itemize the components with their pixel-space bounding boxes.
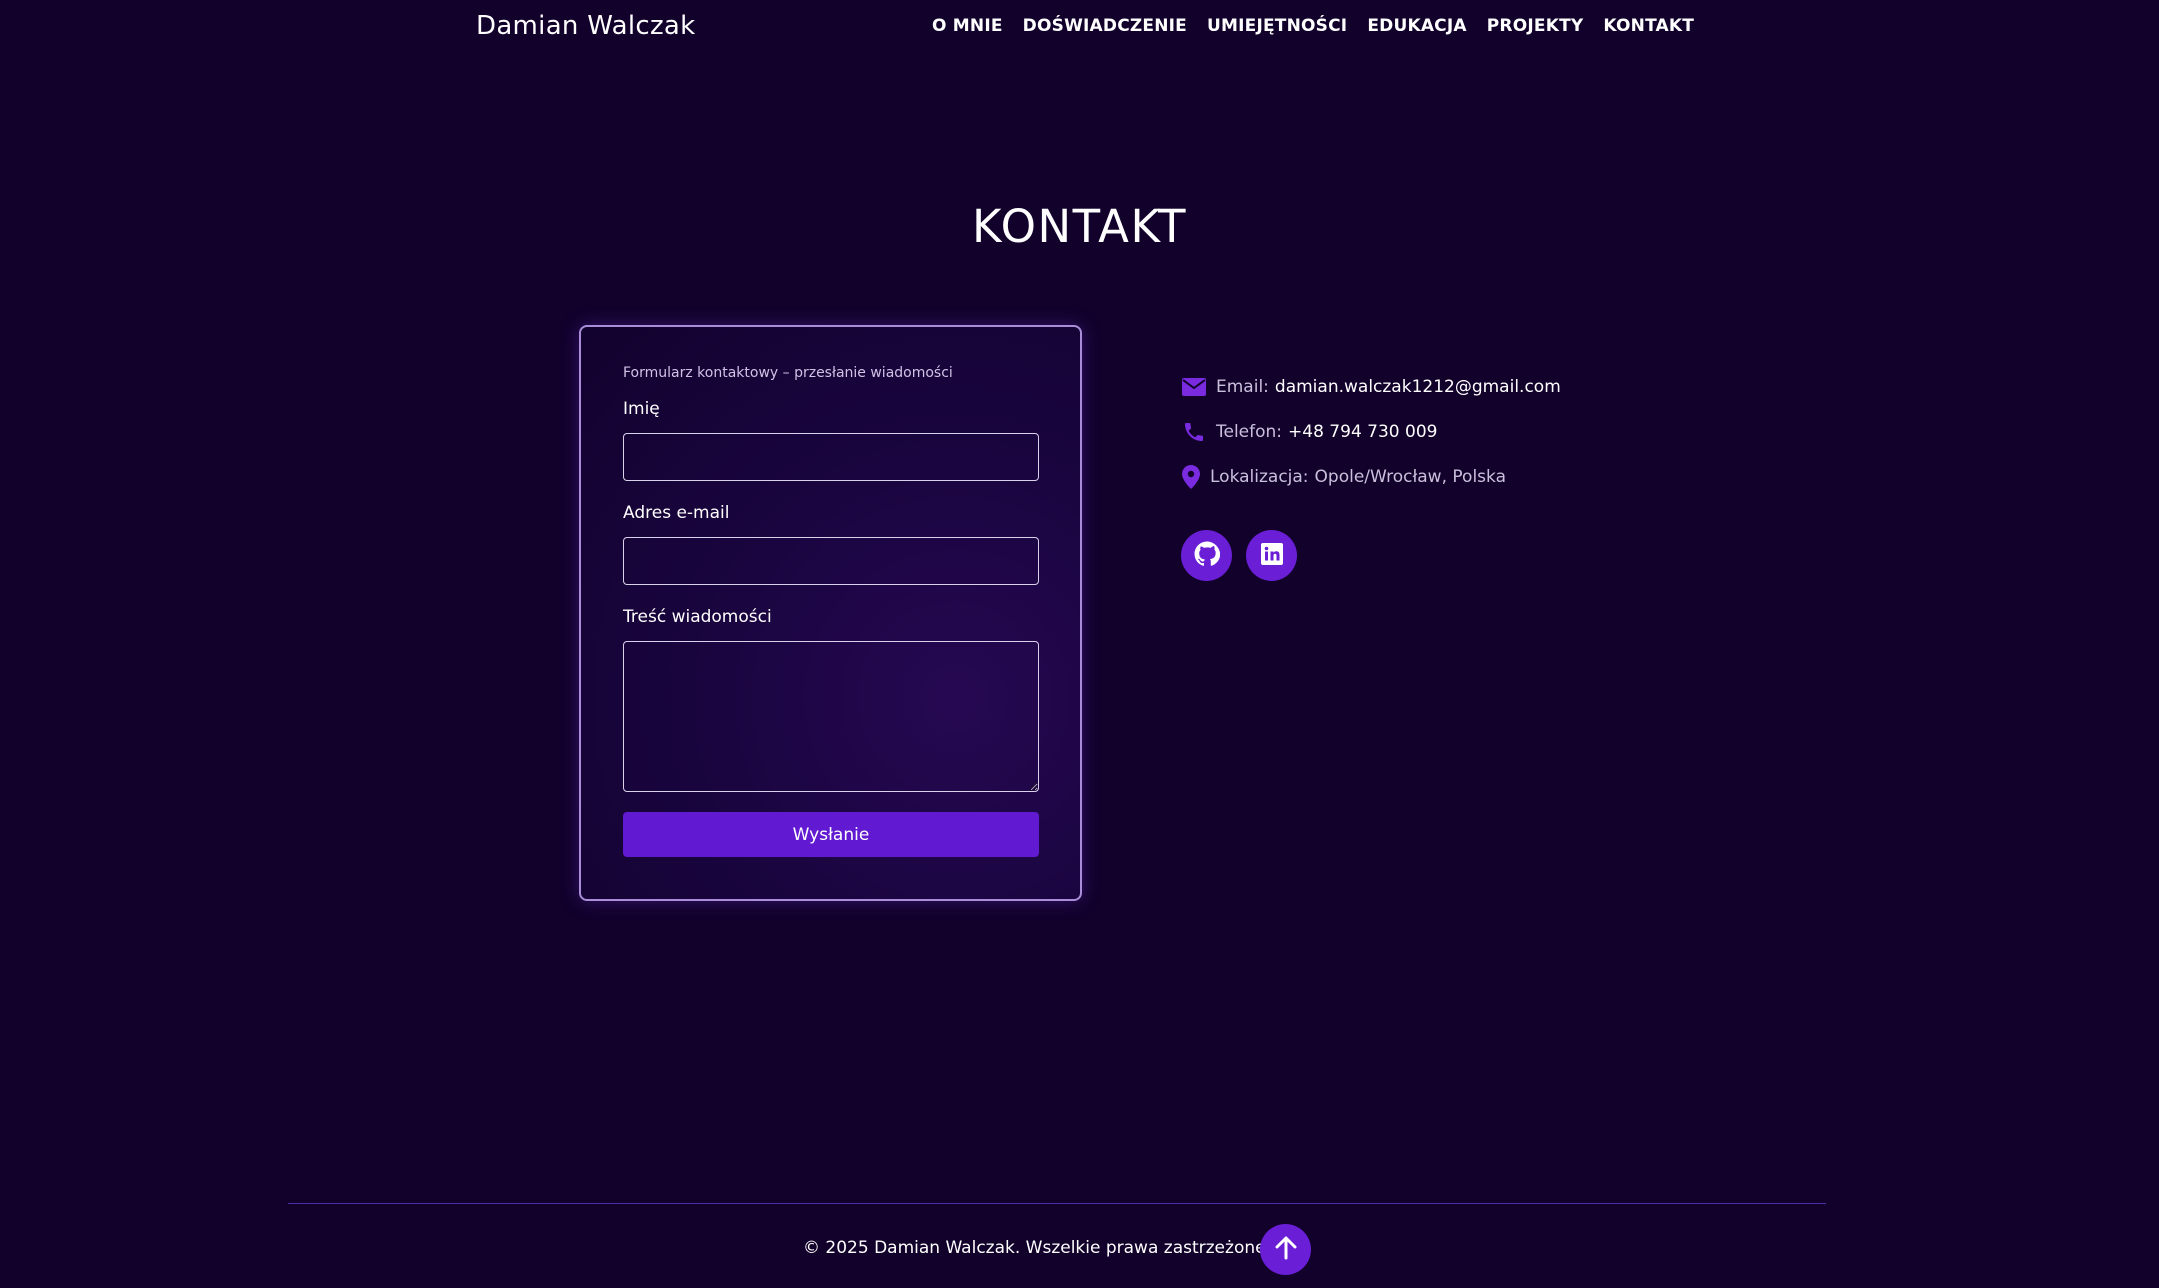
email-link[interactable]: damian.walczak1212@gmail.com <box>1275 377 1561 397</box>
github-icon <box>1194 541 1220 571</box>
contact-form: Formularz kontaktowy – przesłanie wiadom… <box>579 325 1082 901</box>
section-title: KONTAKT <box>972 200 1187 253</box>
linkedin-icon <box>1260 542 1284 570</box>
nav-projects[interactable]: PROJEKTY <box>1487 16 1584 36</box>
social-links <box>1181 530 1297 581</box>
linkedin-button[interactable] <box>1246 530 1297 581</box>
arrow-up-icon <box>1275 1236 1297 1264</box>
brand-name[interactable]: Damian Walczak <box>476 11 696 41</box>
nav-contact[interactable]: KONTAKT <box>1603 16 1694 36</box>
phone-row: Telefon: +48 794 730 009 <box>1182 417 1561 447</box>
email-label: Adres e-mail <box>623 503 730 523</box>
nav-skills[interactable]: UMIEJĘTNOŚCI <box>1207 16 1347 36</box>
location-pin-icon <box>1182 464 1202 490</box>
scroll-to-top-button[interactable] <box>1260 1224 1311 1275</box>
location-row: Lokalizacja: Opole/Wrocław, Polska <box>1182 462 1561 492</box>
email-info-label: Email: <box>1216 377 1269 397</box>
email-input[interactable] <box>623 537 1039 585</box>
name-input[interactable] <box>623 433 1039 481</box>
message-label: Treść wiadomości <box>623 607 772 627</box>
phone-info-label: Telefon: <box>1216 422 1283 442</box>
submit-button[interactable]: Wysłanie <box>623 812 1039 857</box>
contact-info: Email: damian.walczak1212@gmail.com Tele… <box>1182 372 1561 507</box>
location-info-label: Lokalizacja: <box>1210 467 1309 487</box>
envelope-icon <box>1182 374 1208 400</box>
phone-link[interactable]: +48 794 730 009 <box>1288 422 1437 442</box>
nav-education[interactable]: EDUKACJA <box>1367 16 1466 36</box>
main-nav: O MNIE DOŚWIADCZENIE UMIEJĘTNOŚCI EDUKAC… <box>932 16 1694 36</box>
footer-copyright: © 2025 Damian Walczak. Wszelkie prawa za… <box>803 1238 1271 1258</box>
footer-divider <box>288 1203 1826 1204</box>
site-header: Damian Walczak O MNIE DOŚWIADCZENIE UMIE… <box>0 0 2159 56</box>
nav-experience[interactable]: DOŚWIADCZENIE <box>1023 16 1187 36</box>
github-button[interactable] <box>1181 530 1232 581</box>
form-caption: Formularz kontaktowy – przesłanie wiadom… <box>623 365 953 381</box>
nav-about[interactable]: O MNIE <box>932 16 1003 36</box>
location-value: Opole/Wrocław, Polska <box>1314 467 1506 487</box>
email-row: Email: damian.walczak1212@gmail.com <box>1182 372 1561 402</box>
phone-icon <box>1182 419 1208 445</box>
message-textarea[interactable] <box>623 641 1039 792</box>
name-label: Imię <box>623 399 660 419</box>
page: Damian Walczak O MNIE DOŚWIADCZENIE UMIE… <box>0 0 2159 1288</box>
